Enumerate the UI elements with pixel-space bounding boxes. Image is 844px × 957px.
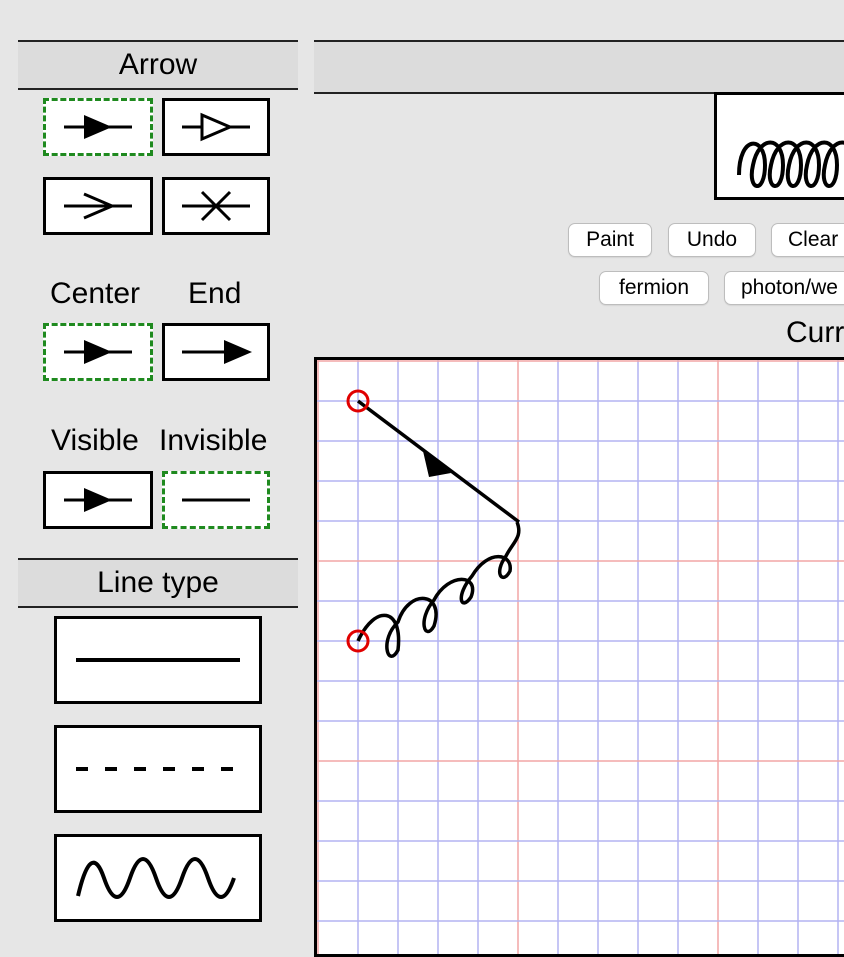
end-label: End	[188, 277, 242, 310]
line-type-wavy[interactable]	[54, 834, 262, 922]
line-type-section-title: Line type	[97, 566, 219, 599]
undo-button[interactable]: Undo	[668, 223, 756, 257]
arrow-style-open-chevron[interactable]	[43, 177, 153, 235]
arrow-style-filled-triangle[interactable]	[43, 98, 153, 156]
cross-arrow-icon	[182, 190, 250, 222]
line-preview	[714, 92, 844, 200]
center-arrow-icon	[64, 340, 132, 364]
arrow-visible-option[interactable]	[43, 471, 153, 529]
line-type-solid[interactable]	[54, 616, 262, 704]
drawing-canvas[interactable]	[314, 357, 844, 957]
center-label: Center	[50, 277, 141, 310]
arrow-section-title: Arrow	[118, 48, 198, 81]
filled-triangle-arrow-icon	[64, 115, 132, 139]
arrow-style-cross[interactable]	[162, 177, 270, 235]
photon-button[interactable]: photon/we	[724, 271, 844, 305]
line-type-section-header: Line type	[18, 558, 298, 608]
gluon-preview-icon	[737, 140, 844, 188]
current-label: Curr	[786, 316, 844, 349]
clear-button[interactable]: Clear	[771, 223, 844, 257]
arrow-style-hollow-triangle[interactable]	[162, 98, 270, 156]
top-bar	[314, 40, 844, 94]
arrow-invisible-option[interactable]	[162, 471, 270, 529]
arrow-position-end[interactable]	[162, 323, 270, 381]
canvas-grid	[317, 360, 844, 954]
wavy-line-icon	[76, 857, 236, 899]
visible-arrow-icon	[64, 488, 132, 512]
arrow-position-center[interactable]	[43, 323, 153, 381]
visible-label: Visible	[51, 424, 139, 457]
dashed-line-icon	[76, 767, 240, 771]
invisible-arrow-icon	[182, 498, 250, 502]
line-type-dashed[interactable]	[54, 725, 262, 813]
arrow-section-header: Arrow	[18, 40, 298, 90]
open-chevron-arrow-icon	[64, 192, 132, 220]
end-arrow-icon	[182, 340, 252, 364]
fermion-arrow-icon	[423, 451, 451, 477]
solid-line-icon	[76, 658, 240, 662]
paint-button[interactable]: Paint	[568, 223, 652, 257]
fermion-button[interactable]: fermion	[599, 271, 709, 305]
invisible-label: Invisible	[159, 424, 268, 457]
hollow-triangle-arrow-icon	[182, 112, 250, 142]
